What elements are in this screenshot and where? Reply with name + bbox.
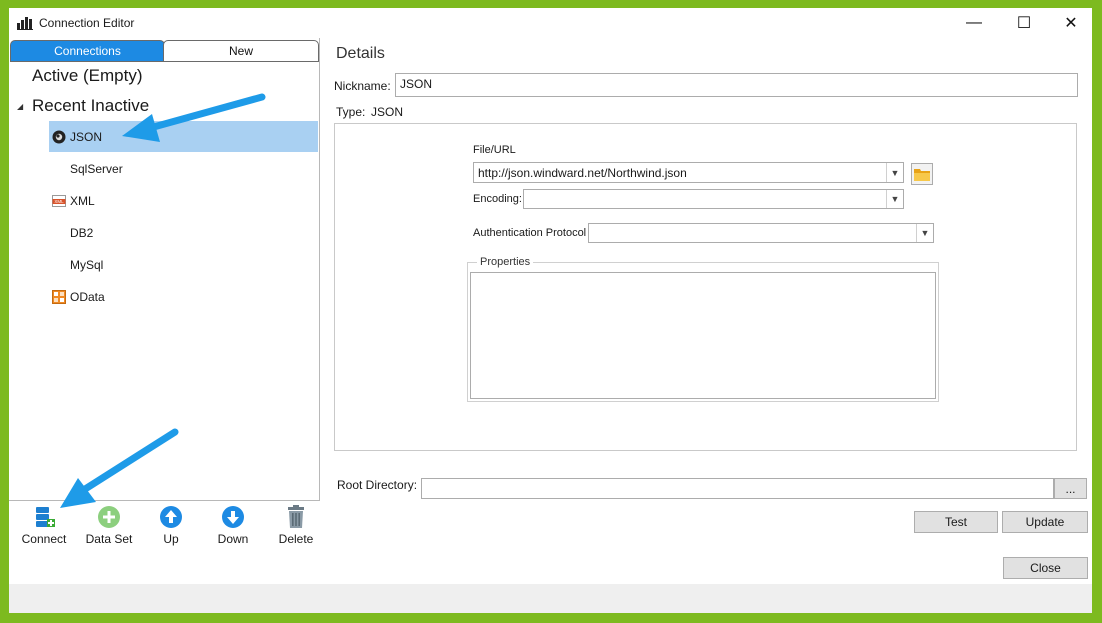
connect-label: Connect [21, 532, 67, 546]
data-set-button[interactable]: Data Set [79, 505, 139, 549]
down-label: Down [217, 532, 249, 546]
tree-item-label: OData [70, 289, 105, 304]
delete-label: Delete [278, 532, 314, 546]
status-bar [9, 584, 1092, 613]
update-button[interactable]: Update [1002, 511, 1088, 533]
svg-text:XML: XML [54, 199, 64, 204]
close-button[interactable]: Close [1003, 557, 1088, 579]
browse-folder-button[interactable] [911, 163, 933, 185]
tree-item-label: JSON [70, 129, 103, 144]
tab-connections[interactable]: Connections [10, 40, 165, 62]
auth-protocol-label: Authentication Protocol [473, 227, 587, 239]
tree-item-label: DB2 [70, 225, 94, 240]
auth-protocol-combobox[interactable]: ▼ [588, 223, 934, 243]
root-directory-label: Root Directory: [337, 478, 418, 492]
minimize-button[interactable]: — [951, 10, 997, 36]
root-directory-input[interactable] [421, 478, 1054, 499]
tree-item-db2[interactable]: DB2 [49, 217, 318, 248]
properties-textarea[interactable] [470, 272, 936, 399]
blank-icon [52, 162, 66, 176]
down-button[interactable]: Down [203, 505, 263, 549]
tree-item-xml[interactable]: XML XML [49, 185, 318, 216]
nickname-input[interactable]: JSON [395, 73, 1078, 97]
up-label: Up [163, 532, 179, 546]
odata-icon [52, 289, 66, 304]
arrow-up-circle-icon [160, 506, 182, 528]
type-label: Type: [336, 105, 366, 119]
trash-icon [288, 505, 304, 528]
add-circle-icon [98, 506, 120, 528]
arrow-down-circle-icon [222, 506, 244, 528]
close-icon: ✕ [1064, 15, 1078, 32]
tree-node-active[interactable]: Active (Empty) [32, 66, 143, 86]
close-window-button[interactable]: ✕ [1048, 10, 1094, 36]
maximize-button[interactable]: ☐ [1001, 10, 1047, 36]
details-heading: Details [336, 45, 385, 62]
json-icon [52, 130, 66, 143]
file-url-value: http://json.windward.net/Northwind.json [478, 166, 687, 180]
tree-item-label: XML [70, 193, 95, 208]
bar-chart-icon [17, 17, 33, 30]
data-set-label: Data Set [85, 532, 133, 546]
maximize-icon: ☐ [1016, 15, 1032, 32]
delete-button[interactable]: Delete [266, 505, 326, 549]
chevron-down-icon[interactable]: ▼ [916, 224, 933, 242]
blank-icon [52, 226, 66, 240]
connect-button[interactable]: Connect [14, 505, 74, 549]
tree-item-label: MySql [70, 257, 104, 272]
up-button[interactable]: Up [141, 505, 201, 549]
database-plus-icon [36, 507, 55, 527]
minimize-icon: — [966, 14, 982, 31]
connection-editor-window: Connection Editor — ☐ ✕ Connections New … [9, 8, 1092, 613]
test-button[interactable]: Test [914, 511, 998, 533]
chevron-down-icon[interactable]: ▼ [886, 190, 903, 208]
tree-item-odata[interactable]: OData [49, 281, 318, 312]
xml-icon: XML [52, 194, 66, 207]
encoding-combobox[interactable]: ▼ [523, 189, 904, 209]
expand-caret-icon[interactable]: ◢ [17, 102, 23, 111]
root-directory-browse-button[interactable]: ... [1054, 478, 1087, 499]
blank-icon [52, 258, 66, 272]
title-bar: Connection Editor — ☐ ✕ [9, 8, 1092, 38]
type-value: JSON [371, 105, 404, 119]
window-title: Connection Editor [39, 16, 135, 30]
properties-legend: Properties [477, 256, 534, 268]
folder-icon [914, 168, 930, 181]
tab-new[interactable]: New [163, 40, 319, 62]
tree-node-recent-inactive[interactable]: Recent Inactive [32, 96, 149, 116]
file-url-combobox[interactable]: http://json.windward.net/Northwind.json … [473, 162, 904, 183]
tree-item-mysql[interactable]: MySql [49, 249, 318, 280]
file-url-label: File/URL [473, 144, 516, 156]
chevron-down-icon[interactable]: ▼ [886, 163, 903, 182]
tree-item-sqlserver[interactable]: SqlServer [49, 153, 318, 184]
tree-item-json[interactable]: JSON [49, 121, 318, 152]
nickname-label: Nickname: [334, 79, 391, 93]
connections-pane: Connections New Active (Empty) ◢ Recent … [9, 38, 320, 501]
encoding-label: Encoding: [473, 193, 522, 205]
tree-item-label: SqlServer [70, 161, 123, 176]
